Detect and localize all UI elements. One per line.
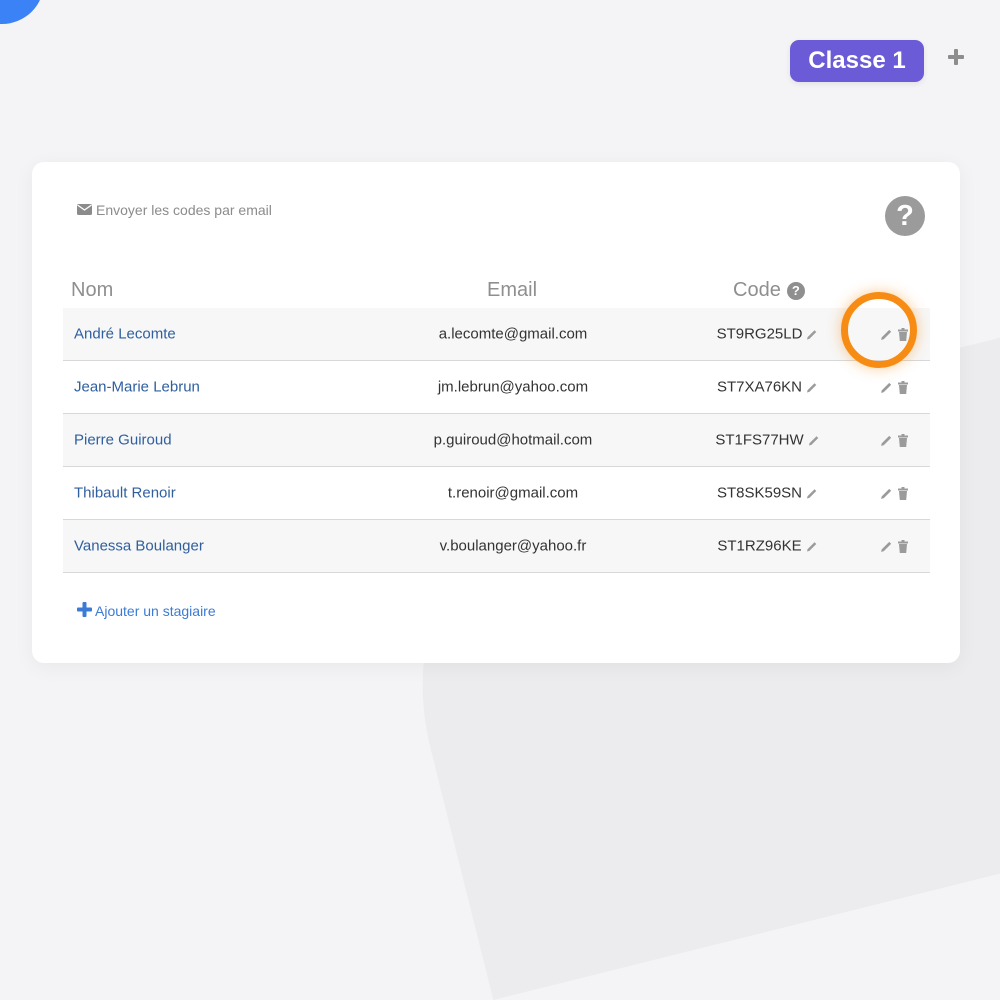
student-email: p.guiroud@hotmail.com: [433, 431, 593, 449]
student-name[interactable]: Vanessa Boulanger: [74, 538, 204, 555]
edit-code-icon[interactable]: [805, 539, 819, 553]
column-header-code-label: Code: [733, 279, 781, 301]
column-header-email: Email: [487, 279, 538, 301]
student-code: ST8SK59SN: [703, 485, 833, 502]
send-codes-link[interactable]: Envoyer les codes par email: [77, 202, 272, 218]
student-code-value: ST8SK59SN: [716, 484, 803, 502]
student-email: jm.lebrun@yahoo.com: [437, 378, 589, 396]
add-trainee-label: Ajouter un stagiaire: [95, 603, 216, 619]
student-code: ST7XA76KN: [703, 379, 833, 396]
column-header-code: Code ?: [733, 279, 805, 302]
table-row: Pierre Guiroud p.guiroud@hotmail.com ST1…: [63, 414, 930, 467]
class-button-label: Classe 1: [808, 47, 906, 74]
edit-student-icon[interactable]: [879, 380, 893, 394]
student-code-value: ST1RZ96KE: [717, 537, 802, 555]
students-table-body: André Lecomte a.lecomte@gmail.com ST9RG2…: [63, 308, 930, 573]
edit-code-icon[interactable]: [805, 380, 819, 394]
student-email: v.boulanger@yahoo.fr: [439, 537, 587, 555]
add-trainee-link[interactable]: Ajouter un stagiaire: [77, 602, 216, 620]
student-email: a.lecomte@gmail.com: [438, 325, 588, 343]
add-class-button[interactable]: [943, 46, 969, 72]
edit-student-icon[interactable]: [879, 486, 893, 500]
student-name[interactable]: André Lecomte: [74, 326, 176, 343]
edit-code-icon[interactable]: [805, 486, 819, 500]
table-header: Nom Email Code ?: [63, 270, 930, 309]
corner-decoration: [0, 0, 44, 24]
delete-student-icon[interactable]: [896, 486, 910, 500]
student-name[interactable]: Pierre Guiroud: [74, 432, 172, 449]
student-name[interactable]: Jean-Marie Lebrun: [74, 379, 200, 396]
students-card: Envoyer les codes par email ? Nom Email …: [32, 162, 960, 663]
send-codes-label: Envoyer les codes par email: [96, 202, 272, 218]
row-actions: [879, 539, 910, 553]
plus-icon: [77, 602, 92, 620]
row-actions: [879, 433, 910, 447]
highlight-circle: [841, 292, 917, 368]
row-actions: [879, 486, 910, 500]
student-email: t.renoir@gmail.com: [447, 484, 579, 502]
row-actions: [879, 380, 910, 394]
delete-student-icon[interactable]: [896, 433, 910, 447]
student-code: ST9RG25LD: [703, 326, 833, 343]
student-code: ST1RZ96KE: [703, 538, 833, 555]
student-name[interactable]: Thibault Renoir: [74, 485, 176, 502]
code-help-icon[interactable]: ?: [786, 281, 805, 300]
table-row: André Lecomte a.lecomte@gmail.com ST9RG2…: [63, 308, 930, 361]
edit-student-icon[interactable]: [879, 433, 893, 447]
plus-icon: [947, 48, 965, 71]
class-button[interactable]: Classe 1: [790, 40, 924, 82]
table-row: Jean-Marie Lebrun jm.lebrun@yahoo.com ST…: [63, 361, 930, 414]
envelope-icon: [77, 202, 92, 218]
edit-student-icon[interactable]: [879, 539, 893, 553]
student-code-value: ST1FS77HW: [715, 431, 804, 449]
edit-code-icon[interactable]: [805, 327, 819, 341]
delete-student-icon[interactable]: [896, 539, 910, 553]
student-code: ST1FS77HW: [703, 432, 833, 449]
edit-code-icon[interactable]: [807, 433, 821, 447]
delete-student-icon[interactable]: [896, 380, 910, 394]
question-circle-icon: ?: [896, 199, 914, 232]
help-button[interactable]: ?: [885, 196, 925, 236]
student-code-value: ST9RG25LD: [716, 325, 803, 343]
table-row: Thibault Renoir t.renoir@gmail.com ST8SK…: [63, 467, 930, 520]
table-row: Vanessa Boulanger v.boulanger@yahoo.fr S…: [63, 520, 930, 573]
student-code-value: ST7XA76KN: [716, 378, 803, 396]
column-header-name: Nom: [71, 279, 114, 301]
